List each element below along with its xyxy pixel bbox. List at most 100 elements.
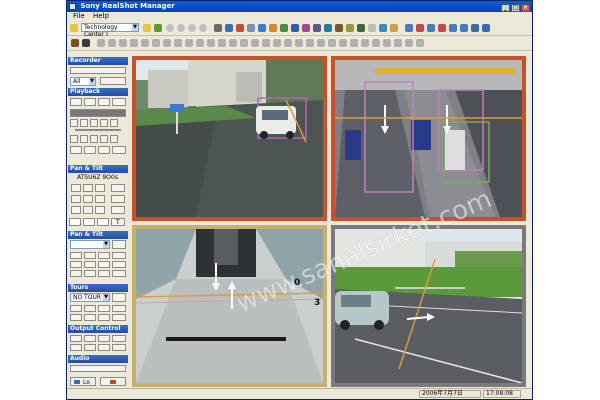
bulb-icon[interactable] <box>70 24 78 32</box>
transport-button[interactable] <box>110 119 118 127</box>
eye-button[interactable] <box>100 77 126 85</box>
film-icon[interactable] <box>269 24 277 32</box>
output-button[interactable] <box>70 344 82 351</box>
layout-icon[interactable] <box>394 39 402 47</box>
disc-icon[interactable] <box>177 24 185 32</box>
disc-icon[interactable] <box>188 24 196 32</box>
layout-icon[interactable] <box>372 39 380 47</box>
pan-tilt-slot-4[interactable]: T <box>111 218 125 226</box>
camera-view-3[interactable]: 0 3 <box>132 225 327 387</box>
pan-up-button[interactable] <box>83 184 93 192</box>
layout-icon[interactable] <box>405 39 413 47</box>
menu-file[interactable]: File <box>73 12 85 20</box>
layout-icon[interactable] <box>416 39 424 47</box>
transport-button[interactable] <box>90 135 98 143</box>
transport-button[interactable] <box>100 135 108 143</box>
output-button[interactable] <box>98 344 110 351</box>
tour-button[interactable] <box>70 305 82 312</box>
pan-tilt-slot-1[interactable] <box>69 218 81 226</box>
layout-icon[interactable] <box>328 39 336 47</box>
preset-button[interactable] <box>98 261 110 268</box>
layout-icon[interactable] <box>383 39 391 47</box>
tree-icon[interactable] <box>357 24 365 32</box>
output-button[interactable] <box>98 335 110 342</box>
layout-icon[interactable] <box>141 39 149 47</box>
layout-icon[interactable] <box>361 39 369 47</box>
preset-gear-button[interactable] <box>112 240 126 249</box>
layout-icon[interactable] <box>262 39 270 47</box>
pan-down-left-button[interactable] <box>71 206 81 214</box>
section-pan-tilt-presets[interactable]: Pan & Tilt Presets <box>68 231 128 246</box>
layout-icon[interactable] <box>350 39 358 47</box>
lock-icon[interactable] <box>313 24 321 32</box>
section-recorder[interactable]: Recorder <box>68 57 128 65</box>
output-button[interactable] <box>84 344 96 351</box>
layout-icon[interactable] <box>207 39 215 47</box>
preset-button[interactable] <box>84 270 96 277</box>
preset-button[interactable] <box>84 261 96 268</box>
layout-icon[interactable] <box>229 39 237 47</box>
camera-view-4[interactable] <box>331 225 526 387</box>
gear-icon[interactable] <box>236 24 244 32</box>
pan-down-right-button[interactable] <box>95 206 105 214</box>
transport-button[interactable] <box>110 135 118 143</box>
zoom-in-button[interactable] <box>111 184 125 192</box>
layout-icon[interactable] <box>317 39 325 47</box>
record-icon[interactable] <box>280 24 288 32</box>
playback-slider[interactable] <box>75 129 121 131</box>
preset-button[interactable] <box>98 252 110 259</box>
tool-icon[interactable] <box>335 24 343 32</box>
transport-button[interactable] <box>70 135 78 143</box>
tour-button[interactable] <box>112 314 126 321</box>
pan-right-button[interactable] <box>95 195 105 203</box>
layout-icon[interactable] <box>306 39 314 47</box>
folder-icon[interactable] <box>143 24 151 32</box>
preset-button[interactable] <box>112 252 126 259</box>
network-icon[interactable] <box>324 24 332 32</box>
tour-gear-button[interactable] <box>112 293 126 302</box>
playback-button-4[interactable] <box>112 98 126 106</box>
grid-icon[interactable] <box>247 24 255 32</box>
preset-button[interactable] <box>70 261 82 268</box>
transport-button[interactable] <box>100 119 108 127</box>
layout-icon[interactable] <box>97 39 105 47</box>
section-playback[interactable]: Playback <box>68 88 128 96</box>
layout-icon[interactable] <box>251 39 259 47</box>
title-bar[interactable]: Sony RealShot Manager _ □ × <box>67 1 532 12</box>
layout-icon[interactable] <box>427 24 435 32</box>
tour-button[interactable] <box>112 305 126 312</box>
pan-tilt-slot-2[interactable] <box>83 218 95 226</box>
export-icon[interactable] <box>154 24 162 32</box>
transport-button[interactable] <box>70 119 78 127</box>
preset-button[interactable] <box>70 270 82 277</box>
section-output-control[interactable]: Output Control <box>68 325 128 333</box>
output-button[interactable] <box>84 335 96 342</box>
audio-talk-button[interactable] <box>100 377 126 386</box>
pan-up-left-button[interactable] <box>71 184 81 192</box>
layout-icon[interactable] <box>284 39 292 47</box>
binoculars-icon[interactable] <box>214 24 222 32</box>
layout-icon[interactable] <box>152 39 160 47</box>
layout-icon[interactable] <box>218 39 226 47</box>
layout-icon[interactable] <box>196 39 204 47</box>
disc-icon[interactable] <box>199 24 207 32</box>
layout-icon[interactable] <box>174 39 182 47</box>
layout-icon[interactable] <box>163 39 171 47</box>
pan-tilt-slot-3[interactable] <box>97 218 109 226</box>
tool-icon[interactable] <box>71 39 79 47</box>
layout-icon[interactable] <box>273 39 281 47</box>
layout-icon[interactable] <box>108 39 116 47</box>
tours-select[interactable]: NO TOUR ▼ <box>70 293 110 302</box>
layout-icon[interactable] <box>240 39 248 47</box>
speed-button[interactable] <box>98 146 110 154</box>
camera-view-1[interactable] <box>132 56 327 221</box>
layout-icon[interactable] <box>130 39 138 47</box>
pencil-icon[interactable] <box>390 24 398 32</box>
section-pan-tilt[interactable]: Pan & Tilt <box>68 165 128 173</box>
audio-listen-button[interactable]: Lo <box>70 377 96 386</box>
check-icon[interactable] <box>368 24 376 32</box>
output-button[interactable] <box>70 335 82 342</box>
layout-icon[interactable] <box>82 39 90 47</box>
output-button[interactable] <box>112 344 126 351</box>
play-icon[interactable] <box>291 24 299 32</box>
